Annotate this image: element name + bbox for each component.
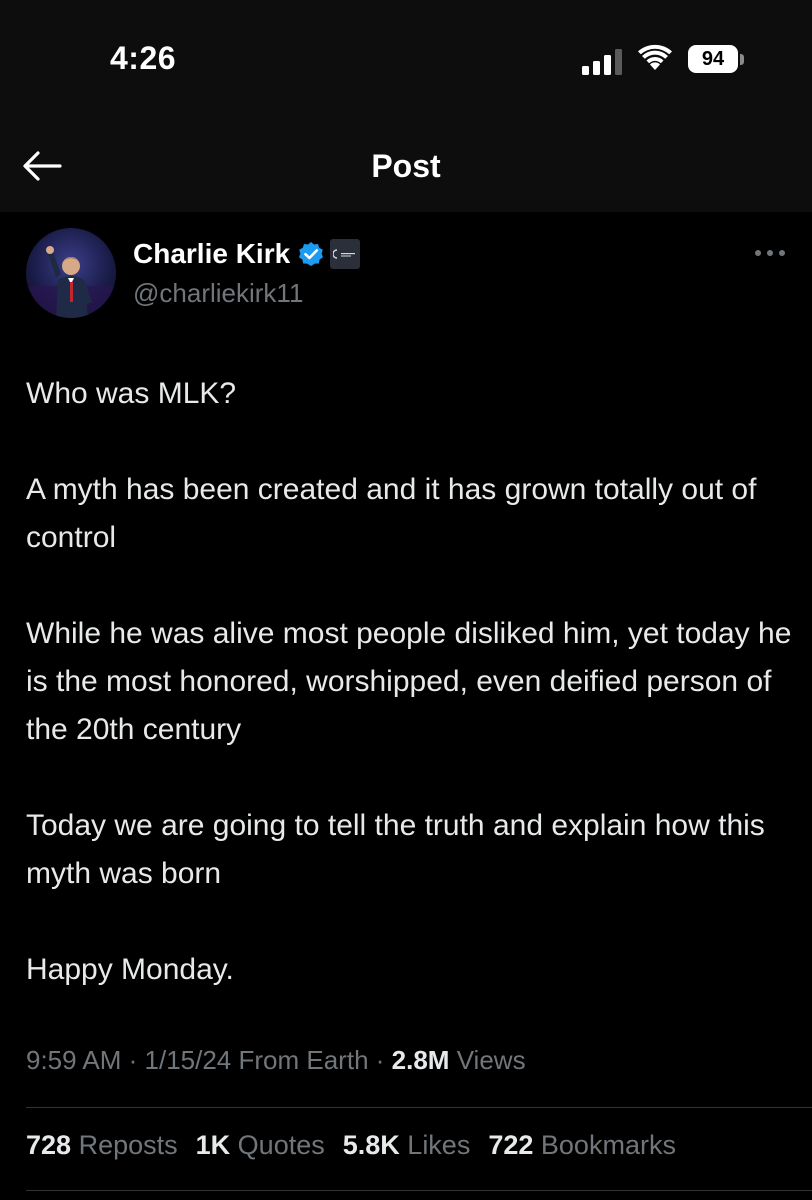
quotes-label: Quotes [237,1130,325,1160]
views-count: 2.8M [391,1045,450,1075]
quotes-stat[interactable]: 1K Quotes [196,1130,325,1161]
battery-level: 94 [688,45,738,73]
reposts-stat[interactable]: 728 Reposts [26,1130,178,1161]
reposts-label: Reposts [78,1130,178,1160]
reposts-count: 728 [26,1130,72,1160]
author-name[interactable]: Charlie Kirk [133,238,290,270]
battery-tip [740,54,744,65]
likes-stat[interactable]: 5.8K Likes [343,1130,471,1161]
author-handle[interactable]: @charliekirk11 [133,278,303,309]
avatar[interactable] [26,228,116,318]
quotes-count: 1K [195,1130,231,1160]
post-time[interactable]: 9:59 AM [26,1045,121,1075]
status-time: 4:26 [110,40,177,76]
battery-icon: 94 [688,45,746,75]
affiliate-badge-icon[interactable] [330,239,361,269]
cellular-signal-icon [582,49,622,75]
status-bar: 4:26 94 [0,0,812,120]
likes-label: Likes [407,1130,471,1160]
meta-separator: · [121,1045,145,1075]
avatar-image [26,228,116,318]
post-paragraph: While he was alive most people disliked … [26,617,792,746]
verified-badge-icon [299,242,324,266]
post-meta: 9:59 AM · 1/15/24 From Earth · 2.8M View… [26,1045,526,1076]
author-name-row: Charlie Kirk [133,234,361,274]
divider [26,1107,812,1108]
divider [26,1190,812,1191]
post-date[interactable]: 1/15/24 [145,1045,232,1075]
more-horizontal-icon[interactable] [750,243,790,263]
likes-count: 5.8K [342,1130,400,1160]
post-paragraph: Happy Monday. [26,953,234,986]
meta-separator: · [368,1045,392,1075]
wifi-icon [638,44,672,70]
post-paragraph: Today we are going to tell the truth and… [26,809,765,890]
post-text: Who was MLK? A myth has been created and… [26,370,796,994]
engagement-stats: 728 Reposts 1K Quotes 5.8K Likes 722 Boo… [26,1130,694,1161]
views-label: Views [456,1045,526,1075]
bookmarks-count: 722 [488,1130,534,1160]
bookmarks-stat[interactable]: 722 Bookmarks [488,1130,676,1161]
post-paragraph: Who was MLK? [26,377,237,410]
page-title: Post [371,148,441,184]
bookmarks-label: Bookmarks [540,1130,676,1160]
post-paragraph: A myth has been created and it has grown… [26,473,757,554]
post-header: Post [0,120,812,212]
post-source: From Earth [238,1045,369,1075]
